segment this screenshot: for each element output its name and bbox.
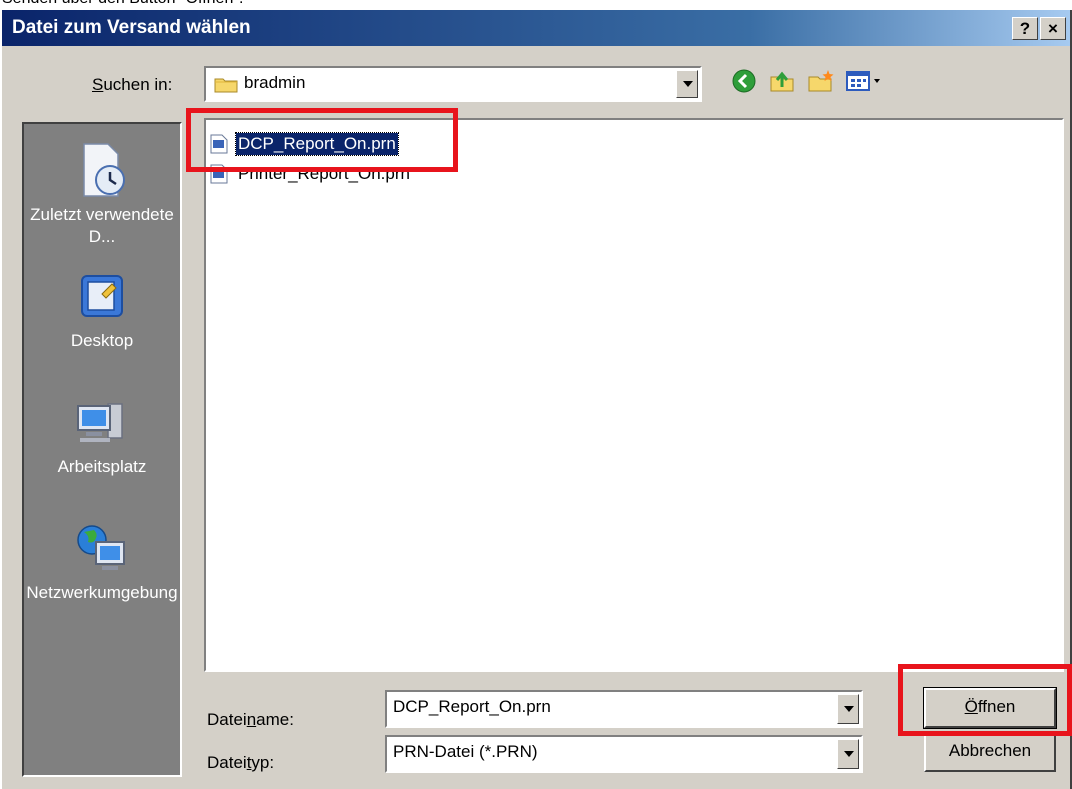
instruction-caption: Senden über den Button "Öffnen". bbox=[2, 0, 243, 8]
places-bar: Zuletzt verwendete D... Desktop Arbeitsp… bbox=[22, 122, 182, 777]
lookin-dropdown-button[interactable] bbox=[676, 70, 698, 98]
view-menu-icon[interactable] bbox=[844, 67, 884, 95]
filename-label: Dateiname: bbox=[207, 710, 294, 729]
filetype-combobox[interactable]: PRN-Datei (*.PRN) bbox=[385, 735, 863, 773]
folder-icon bbox=[214, 78, 238, 93]
file-name: Printer_Report_On.prn bbox=[238, 164, 410, 183]
filename-input[interactable]: DCP_Report_On.prn bbox=[393, 697, 551, 717]
dialog-title: Datei zum Versand wählen bbox=[12, 17, 251, 38]
file-name: DCP_Report_On.prn bbox=[235, 132, 399, 156]
new-folder-icon[interactable] bbox=[806, 67, 834, 95]
place-network[interactable]: Netzwerkumgebung bbox=[24, 518, 180, 604]
filename-combobox[interactable]: DCP_Report_On.prn bbox=[385, 690, 863, 728]
up-folder-icon[interactable] bbox=[768, 67, 796, 95]
my-computer-icon bbox=[77, 403, 123, 442]
open-button[interactable]: Öffnen bbox=[923, 687, 1057, 729]
filename-dropdown-button[interactable] bbox=[837, 694, 859, 724]
lookin-combobox[interactable]: bradmin bbox=[204, 66, 702, 102]
filetype-label: Dateityp: bbox=[207, 753, 275, 772]
close-button[interactable]: × bbox=[1040, 17, 1066, 40]
help-button[interactable]: ? bbox=[1012, 17, 1038, 40]
back-icon[interactable] bbox=[730, 67, 758, 95]
file-open-dialog: Datei zum Versand wählen ? × Suchen in: … bbox=[0, 10, 1072, 789]
place-recent-documents[interactable]: Zuletzt verwendete D... bbox=[24, 140, 180, 248]
desktop-icon bbox=[81, 275, 123, 317]
filetype-value: PRN-Datei (*.PRN) bbox=[393, 742, 538, 761]
place-my-computer[interactable]: Arbeitsplatz bbox=[24, 392, 180, 478]
lookin-folder-name: bradmin bbox=[244, 73, 306, 92]
network-icon bbox=[77, 525, 125, 570]
filetype-dropdown-button[interactable] bbox=[837, 739, 859, 769]
prn-file-icon bbox=[210, 134, 228, 154]
recent-documents-icon bbox=[83, 143, 125, 197]
prn-file-icon bbox=[210, 164, 228, 184]
lookin-label: Suchen in: bbox=[92, 75, 173, 94]
file-list[interactable]: DCP_Report_On.prn Printer_Report_On.prn bbox=[204, 118, 1064, 672]
title-bar[interactable]: Datei zum Versand wählen ? × bbox=[2, 10, 1070, 46]
place-desktop[interactable]: Desktop bbox=[24, 266, 180, 352]
cancel-button[interactable]: Abbrechen bbox=[924, 732, 1056, 772]
